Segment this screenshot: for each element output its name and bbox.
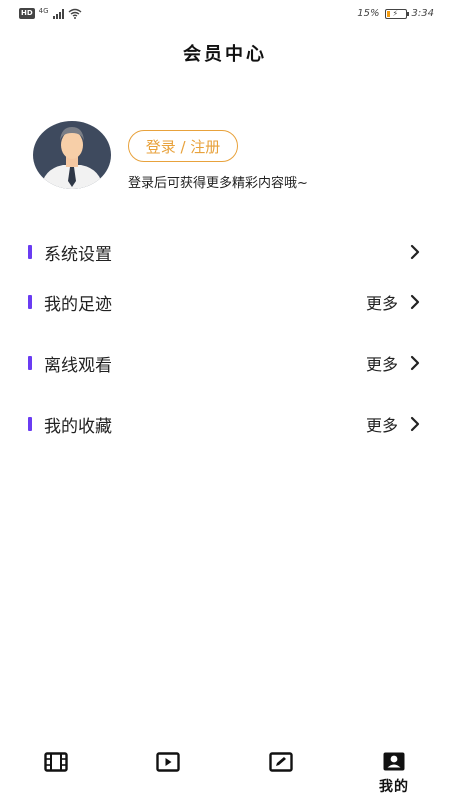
menu-more-link[interactable]: 更多: [366, 351, 398, 375]
page-title: 会员中心: [183, 44, 267, 65]
edit-icon: [269, 752, 293, 772]
menu-item-label: 我的足迹: [44, 294, 112, 315]
battery-icon: ⚡: [384, 8, 409, 19]
film-icon: [44, 752, 68, 772]
menu-marker: [28, 245, 32, 259]
user-icon: [383, 752, 405, 771]
tab-edit[interactable]: [225, 740, 337, 800]
chevron-right-icon: [410, 416, 420, 432]
tab-label: 我的: [379, 779, 409, 795]
menu-item-settings[interactable]: 系统设置: [0, 232, 450, 272]
wifi-icon: [68, 8, 82, 19]
tab-play[interactable]: [112, 740, 224, 800]
status-bar-left: HD 4G: [19, 6, 82, 19]
chevron-right-icon: [410, 244, 420, 260]
network-type-label: 4G: [38, 6, 49, 15]
menu-item-offline[interactable]: 离线观看 更多: [0, 343, 450, 383]
menu-item-label: 系统设置: [44, 244, 112, 265]
chevron-right-icon: [410, 355, 420, 371]
clock: 3:34: [411, 8, 434, 19]
tab-film[interactable]: [0, 740, 112, 800]
avatar[interactable]: [33, 121, 111, 189]
menu-item-label: 离线观看: [44, 355, 112, 376]
tab-mine[interactable]: 我的: [338, 740, 450, 800]
status-bar-right: 15% ⚡ 3:34: [357, 8, 434, 19]
status-bar: HD 4G 15% ⚡ 3:34: [0, 0, 450, 30]
battery-percent: 15%: [357, 8, 380, 19]
bottom-tab-bar: 我的: [0, 740, 450, 800]
menu-item-label: 我的收藏: [44, 416, 112, 437]
menu-more-link[interactable]: 更多: [366, 290, 398, 314]
chevron-right-icon: [410, 294, 420, 310]
login-hint: 登录后可获得更多精彩内容哦~: [128, 176, 308, 191]
menu-item-favorites[interactable]: 我的收藏 更多: [0, 404, 450, 444]
play-icon: [156, 752, 180, 772]
login-register-button[interactable]: 登录 / 注册: [128, 130, 238, 162]
menu-marker: [28, 295, 32, 309]
hd-badge: HD: [19, 8, 35, 19]
menu-more-link[interactable]: 更多: [366, 412, 398, 436]
menu-marker: [28, 417, 32, 431]
signal-icon: [52, 8, 64, 19]
menu-marker: [28, 356, 32, 370]
menu-item-history[interactable]: 我的足迹 更多: [0, 282, 450, 322]
